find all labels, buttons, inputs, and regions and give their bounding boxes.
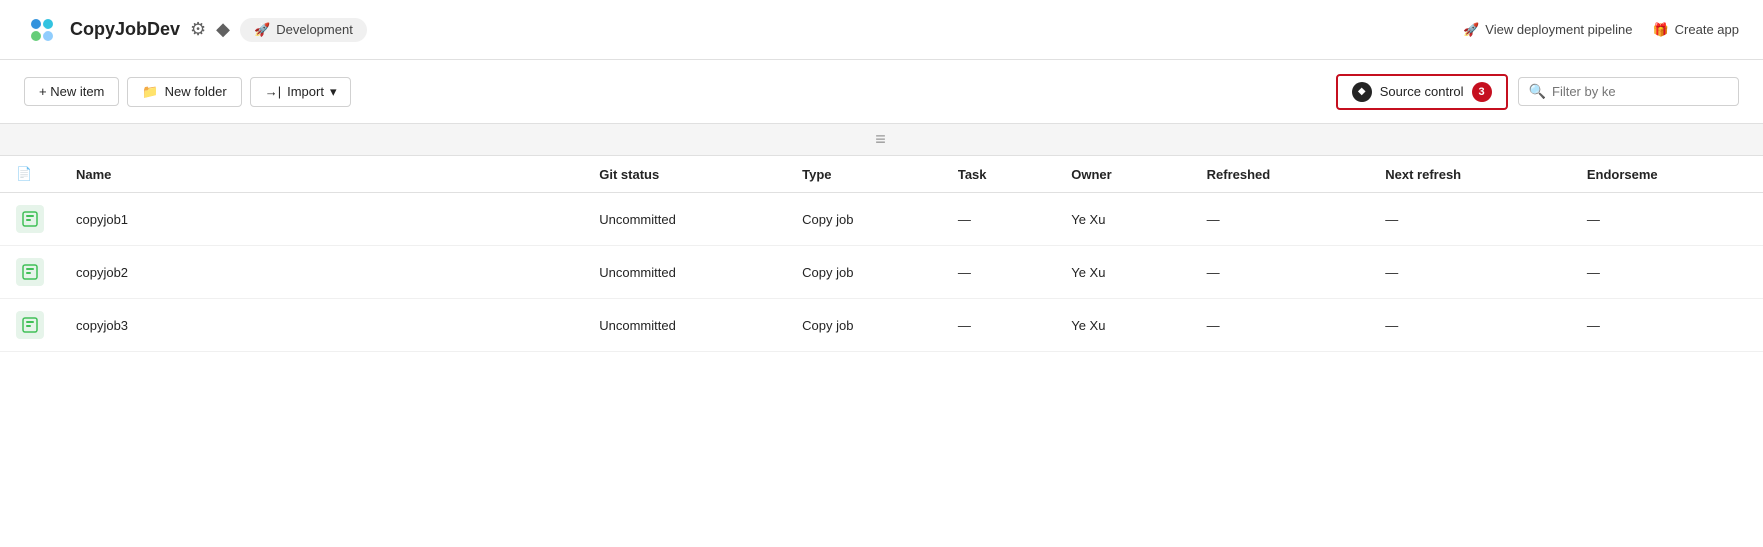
filter-input-wrap[interactable]: 🔍 [1518, 77, 1739, 106]
topbar-left: CopyJobDev ⚙ ◆ 🚀 Development [24, 12, 367, 48]
app-name: CopyJobDev [70, 19, 180, 40]
rocket-icon: 🚀 [1463, 22, 1479, 38]
row-task: — [942, 193, 1055, 246]
folder-icon: 📁 [142, 84, 158, 100]
toolbar-right: ◆ Source control 3 🔍 [1336, 74, 1739, 110]
col-header-refreshed: Refreshed [1191, 156, 1370, 193]
settings-icon[interactable]: ⚙ [190, 19, 206, 40]
row-type: Copy job [786, 193, 942, 246]
row-name: copyjob1 [60, 193, 583, 246]
row-endorsement: — [1571, 246, 1763, 299]
new-folder-button[interactable]: 📁 New folder [127, 77, 241, 107]
col-header-endorsement: Endorseme [1571, 156, 1763, 193]
row-git-status: Uncommitted [583, 246, 786, 299]
env-label: Development [276, 22, 353, 37]
gift-icon: 🎁 [1652, 22, 1668, 38]
source-control-badge: 3 [1472, 82, 1492, 102]
row-refreshed: — [1191, 246, 1370, 299]
row-icon-cell [0, 299, 60, 352]
toolbar: + New item 📁 New folder →| Import ▾ ◆ So… [0, 60, 1763, 124]
git-icon: ◆ [1352, 82, 1372, 102]
row-name: copyjob3 [60, 299, 583, 352]
row-refreshed: — [1191, 299, 1370, 352]
data-table: 📄 Name Git status Type Task Owner Refres… [0, 156, 1763, 352]
col-header-icon: 📄 [0, 156, 60, 193]
toolbar-left: + New item 📁 New folder →| Import ▾ [24, 77, 351, 107]
row-icon-cell [0, 246, 60, 299]
divider-row: ≡ [0, 124, 1763, 156]
row-type: Copy job [786, 299, 942, 352]
row-owner: Ye Xu [1055, 299, 1190, 352]
col-header-name: Name [60, 156, 583, 193]
table-body: copyjob1 Uncommitted Copy job — Ye Xu — … [0, 193, 1763, 352]
col-header-next-refresh: Next refresh [1369, 156, 1571, 193]
topbar-right: 🚀 View deployment pipeline 🎁 Create app [1463, 22, 1739, 38]
app-logo [24, 12, 60, 48]
row-task: — [942, 246, 1055, 299]
create-app-btn[interactable]: 🎁 Create app [1652, 22, 1739, 38]
file-icon: 📄 [16, 166, 32, 181]
row-git-status: Uncommitted [583, 299, 786, 352]
row-type: Copy job [786, 246, 942, 299]
row-owner: Ye Xu [1055, 193, 1190, 246]
copy-job-icon [16, 311, 44, 339]
import-button[interactable]: →| Import ▾ [250, 77, 352, 107]
diamond-icon[interactable]: ◆ [216, 19, 230, 40]
col-header-type: Type [786, 156, 942, 193]
row-endorsement: — [1571, 193, 1763, 246]
row-endorsement: — [1571, 299, 1763, 352]
row-refreshed: — [1191, 193, 1370, 246]
row-git-status: Uncommitted [583, 193, 786, 246]
copy-job-icon [16, 258, 44, 286]
row-task: — [942, 299, 1055, 352]
new-item-button[interactable]: + New item [24, 77, 119, 106]
divider-handle[interactable]: ≡ [875, 129, 888, 150]
env-icon: 🚀 [254, 22, 270, 38]
chevron-down-icon: ▾ [330, 84, 337, 100]
row-next-refresh: — [1369, 299, 1571, 352]
row-next-refresh: — [1369, 246, 1571, 299]
import-icon: →| [265, 84, 281, 99]
row-name: copyjob2 [60, 246, 583, 299]
table-row: copyjob3 Uncommitted Copy job — Ye Xu — … [0, 299, 1763, 352]
col-header-git-status: Git status [583, 156, 786, 193]
col-header-owner: Owner [1055, 156, 1190, 193]
env-badge[interactable]: 🚀 Development [240, 18, 367, 42]
table-row: copyjob1 Uncommitted Copy job — Ye Xu — … [0, 193, 1763, 246]
source-control-button[interactable]: ◆ Source control 3 [1336, 74, 1508, 110]
search-icon: 🔍 [1529, 83, 1546, 100]
row-icon-cell [0, 193, 60, 246]
topbar: CopyJobDev ⚙ ◆ 🚀 Development 🚀 View depl… [0, 0, 1763, 60]
col-header-task: Task [942, 156, 1055, 193]
table-header: 📄 Name Git status Type Task Owner Refres… [0, 156, 1763, 193]
table-row: copyjob2 Uncommitted Copy job — Ye Xu — … [0, 246, 1763, 299]
copy-job-icon [16, 205, 44, 233]
row-next-refresh: — [1369, 193, 1571, 246]
row-owner: Ye Xu [1055, 246, 1190, 299]
filter-input[interactable] [1552, 84, 1728, 99]
view-deployment-btn[interactable]: 🚀 View deployment pipeline [1463, 22, 1632, 38]
